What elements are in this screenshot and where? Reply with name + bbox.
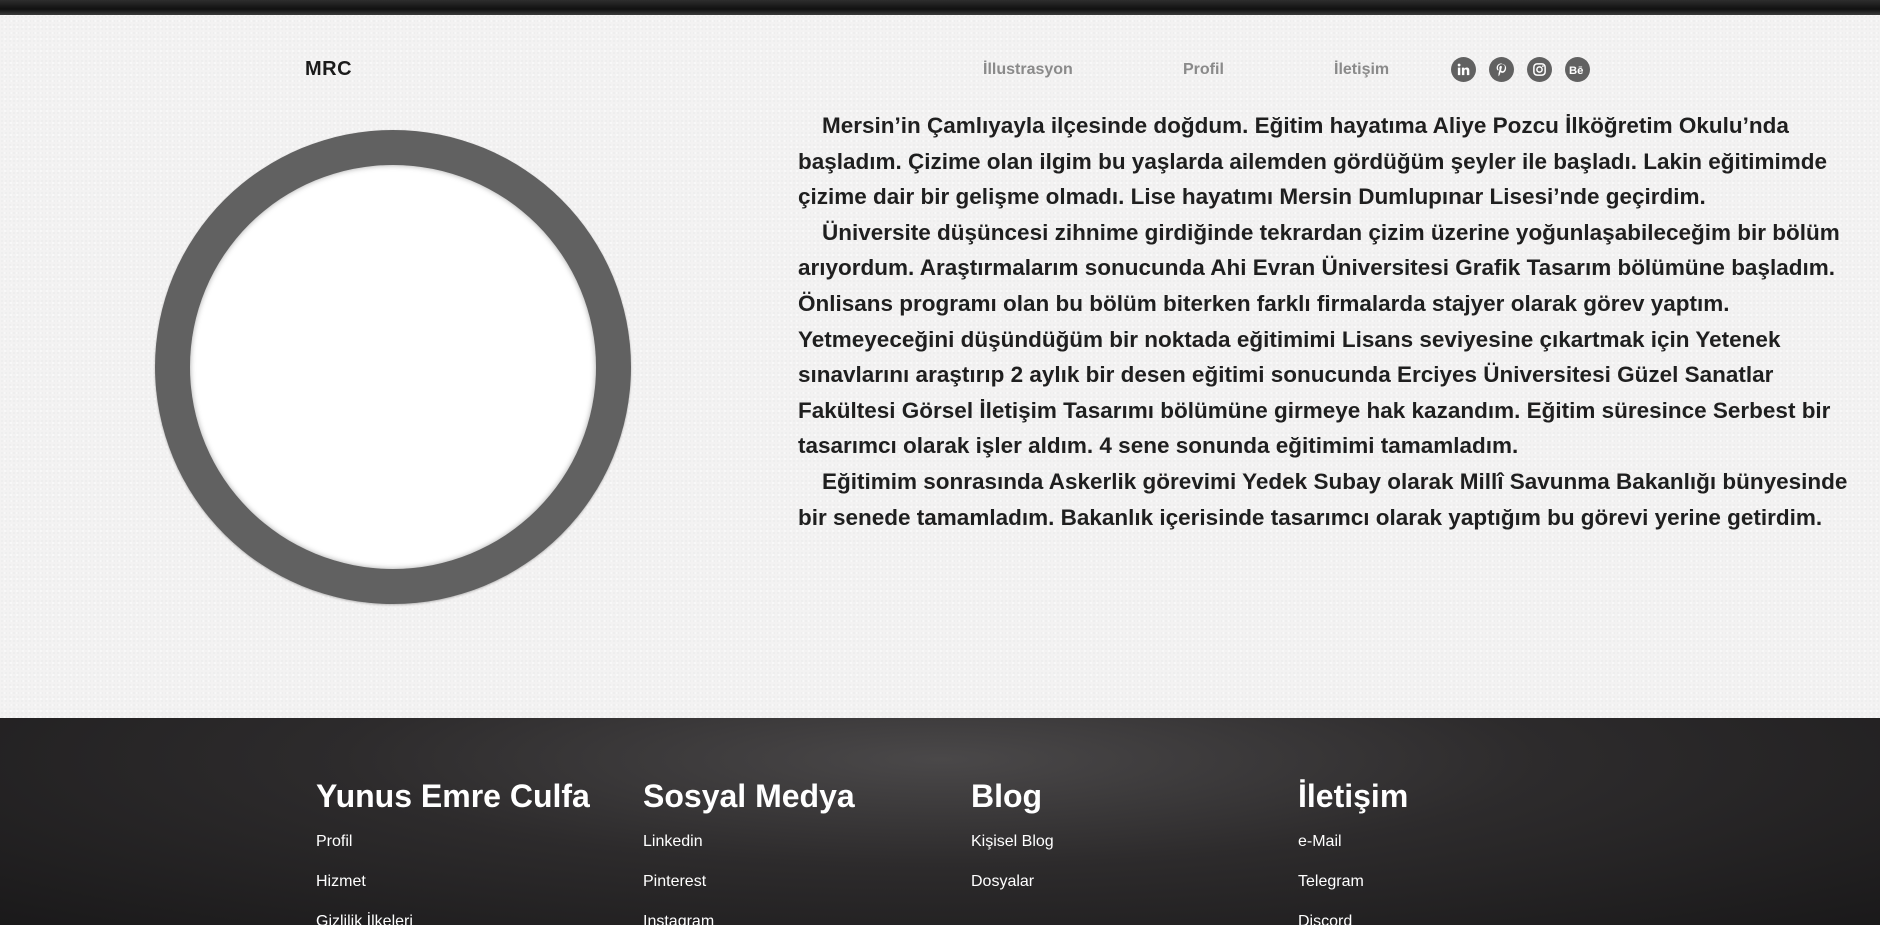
bio-paragraph: Eğitimim sonrasında Askerlik görevimi Ye… [798,468,1848,530]
footer-heading: Blog [971,778,1043,814]
instagram-icon[interactable] [1527,57,1552,82]
footer-link-profil[interactable]: Profil [316,834,590,850]
biography-text: Mersin’in Çamlıyayla ilçesinde doğdum. E… [798,108,1868,535]
footer-link-hizmet[interactable]: Hizmet [316,874,590,890]
site-footer: Yunus Emre Culfa Profil Hizmet Gizlilik … [0,718,1880,925]
profile-photo-frame [155,130,631,604]
nav-profil[interactable]: Profil [1183,61,1224,79]
footer-link-instagram[interactable]: Instagram [643,914,855,925]
footer-link-pinterest[interactable]: Pinterest [643,874,855,890]
nav-iletisim[interactable]: İletişim [1334,61,1389,79]
footer-column-contact: İletişim e-Mail Telegram Discord [1298,780,1408,925]
footer-link-telegram[interactable]: Telegram [1298,874,1408,890]
footer-column-blog: Blog Kişisel Blog Dosyalar [971,780,1054,914]
footer-link-email[interactable]: e-Mail [1298,834,1408,850]
footer-link-dosyalar[interactable]: Dosyalar [971,874,1054,890]
footer-column-author: Yunus Emre Culfa Profil Hizmet Gizlilik … [316,780,590,925]
behance-icon[interactable]: Bē [1565,57,1590,82]
footer-column-social: Sosyal Medya Linkedin Pinterest Instagra… [643,780,855,925]
bio-paragraph: Mersin’in Çamlıyayla ilçesinde doğdum. E… [798,113,1828,210]
pinterest-icon[interactable] [1489,57,1514,82]
footer-heading: Sosyal Medya [643,778,855,814]
nav-illustrasyon[interactable]: İllustrasyon [983,61,1073,79]
profile-photo [190,165,596,569]
footer-link-gizlilik[interactable]: Gizlilik İlkeleri [316,914,590,925]
footer-link-linkedin[interactable]: Linkedin [643,834,855,850]
linkedin-icon[interactable] [1451,57,1476,82]
footer-link-discord[interactable]: Discord [1298,914,1408,925]
bio-paragraph: Üniversite düşüncesi zihnime girdiğinde … [798,219,1840,459]
top-bar [0,0,1880,15]
svg-text:Bē: Bē [1569,65,1583,77]
footer-link-kisisel-blog[interactable]: Kişisel Blog [971,834,1054,850]
footer-heading: İletişim [1298,778,1409,814]
footer-heading: Yunus Emre Culfa [316,778,590,814]
site-logo[interactable]: MRC [305,58,352,81]
